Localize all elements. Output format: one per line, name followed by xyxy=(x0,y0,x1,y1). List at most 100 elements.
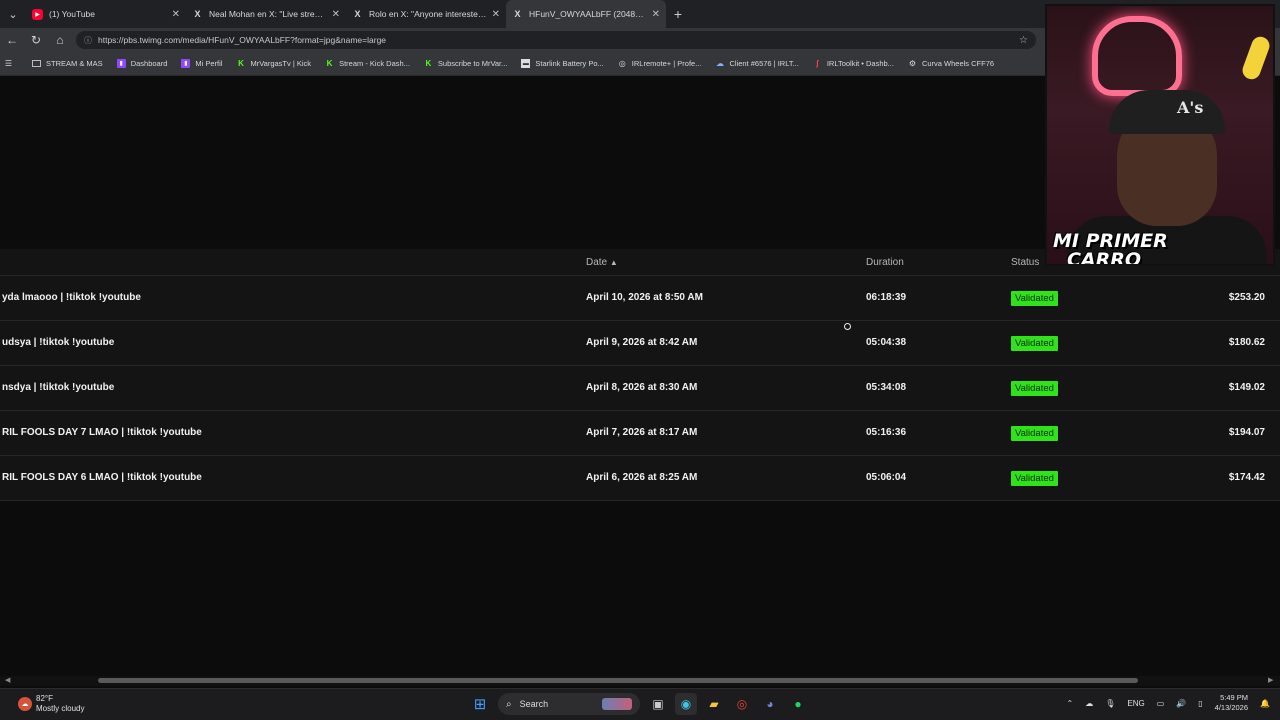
file-explorer-icon[interactable]: ▰ xyxy=(703,693,725,715)
discord-icon[interactable]: ◕ xyxy=(759,693,781,715)
x-icon: X xyxy=(514,9,521,19)
volume-icon[interactable]: 🔊 xyxy=(1176,699,1186,708)
onedrive-icon[interactable]: ☁ xyxy=(1085,699,1093,708)
banana-decoration xyxy=(1240,34,1272,82)
stream-title: RIL FOOLS DAY 6 LMAO | !tiktok !youtube xyxy=(2,472,202,483)
close-icon[interactable]: ✕ xyxy=(652,9,660,20)
close-icon[interactable]: ✕ xyxy=(492,9,500,20)
date-column-header[interactable]: Date ▲ xyxy=(586,257,618,268)
scrollbar-thumb[interactable] xyxy=(98,678,1138,683)
status-column-header[interactable]: Status xyxy=(1011,257,1039,268)
back-arrow-icon[interactable]: ← xyxy=(0,28,24,52)
stream-duration: 05:34:08 xyxy=(866,382,907,393)
taskbar-search[interactable]: ⌕ Search xyxy=(498,693,640,715)
stream-amount: $253.20 xyxy=(1228,292,1265,303)
new-tab-button[interactable]: + xyxy=(666,0,690,28)
bookmark-label: Curva Wheels CFF76 xyxy=(921,59,995,68)
twitch-icon: ▮ xyxy=(181,59,191,68)
reload-icon[interactable]: ↻ xyxy=(24,28,48,52)
bookmark-item[interactable]: ▮ Mi Perfil xyxy=(181,59,222,68)
language-indicator[interactable]: ENG xyxy=(1127,699,1144,708)
clock[interactable]: 5:49 PM 4/13/2026 xyxy=(1215,693,1248,713)
stream-duration: 05:06:04 xyxy=(866,472,907,483)
date-header-label: Date xyxy=(586,257,608,268)
bookmark-item[interactable]: STREAM & MAS xyxy=(32,59,103,68)
address-bar[interactable]: ⓘ https://pbs.twimg.com/media/HFunV_OWYA… xyxy=(76,31,1036,49)
weather-widget[interactable]: ☁ 82°F Mostly cloudy xyxy=(18,694,84,714)
wheel-icon: ⚙ xyxy=(908,59,917,68)
bookmark-item[interactable]: ☁ Client #6576 | IRLT... xyxy=(715,59,799,68)
scroll-right-arrow-icon[interactable]: ▶ xyxy=(1268,676,1273,684)
table-row[interactable]: udsya | !tiktok !youtube April 9, 2026 a… xyxy=(0,321,1280,366)
edge-browser-icon[interactable]: ◉ xyxy=(675,693,697,715)
weather-temp: 82°F xyxy=(36,694,53,703)
bookmark-label: IRLToolkit • Dashb... xyxy=(826,59,894,68)
sort-ascending-icon: ▲ xyxy=(609,258,618,267)
duration-column-header[interactable]: Duration xyxy=(866,257,904,268)
stream-title: udsya | !tiktok !youtube xyxy=(2,337,115,348)
stream-date: April 10, 2026 at 8:50 AM xyxy=(586,292,703,303)
bookmark-item[interactable]: ʃ IRLToolkit • Dashb... xyxy=(813,59,894,68)
url-text: https://pbs.twimg.com/media/HFunV_OWYAAL… xyxy=(98,35,387,45)
notifications-icon[interactable]: 🔔 xyxy=(1260,699,1270,708)
bookmark-item[interactable]: K MrVargasTv | Kick xyxy=(236,59,311,68)
cap-logo: A's xyxy=(1177,98,1204,117)
scroll-left-arrow-icon[interactable]: ◀ xyxy=(5,676,10,684)
close-icon[interactable]: ✕ xyxy=(172,9,180,20)
x-icon: X xyxy=(194,9,201,19)
network-icon[interactable]: ▭ xyxy=(1157,699,1165,708)
kick-icon: K xyxy=(425,59,432,68)
stream-date: April 9, 2026 at 8:42 AM xyxy=(586,337,698,348)
caption-line-2: CARRO xyxy=(1067,249,1142,266)
microphone-icon[interactable]: 🎙 xyxy=(1105,699,1115,708)
bookmark-label: Mi Perfil xyxy=(195,59,223,68)
table-row[interactable]: RIL FOOLS DAY 6 LMAO | !tiktok !youtube … xyxy=(0,456,1280,501)
table-row[interactable]: RIL FOOLS DAY 7 LMAO | !tiktok !youtube … xyxy=(0,411,1280,456)
weather-icon: ☁ xyxy=(18,697,32,711)
stream-amount: $194.07 xyxy=(1228,427,1265,438)
x-icon: X xyxy=(354,9,361,19)
stream-amount: $174.42 xyxy=(1228,472,1265,483)
bookmark-item[interactable]: ◎ IRLremote+ | Profe... xyxy=(618,59,702,68)
table-row[interactable]: yda lmaooo | !tiktok !youtube April 10, … xyxy=(0,276,1280,321)
site-info-icon[interactable]: ⓘ xyxy=(84,35,92,46)
windows-taskbar: ☁ 82°F Mostly cloudy ⊞ ⌕ Search ▣ ◉ ▰ ◎ … xyxy=(0,688,1280,720)
stream-title: RIL FOOLS DAY 7 LMAO | !tiktok !youtube xyxy=(2,427,202,438)
status-badge: Validated xyxy=(1011,471,1058,486)
toolkit-icon: ʃ xyxy=(815,59,819,68)
status-badge: Validated xyxy=(1011,291,1058,306)
bookmark-item[interactable]: ▮ Dashboard xyxy=(116,59,168,68)
tab-youtube[interactable]: ▶ (1) YouTube ✕ xyxy=(26,0,186,28)
search-icon: ⌕ xyxy=(506,698,512,710)
bookmark-item[interactable]: ⚙ Curva Wheels CFF76 xyxy=(908,59,994,68)
task-view-icon[interactable]: ▣ xyxy=(647,693,669,715)
show-hidden-icons-chevron-icon[interactable]: ⌃ xyxy=(1067,699,1074,708)
home-icon[interactable]: ⌂ xyxy=(48,28,72,52)
windows-start-icon[interactable]: ⊞ xyxy=(469,693,491,715)
tab-image-active[interactable]: X HFunV_OWYAALbFF (2048×377) ✕ xyxy=(506,0,666,28)
bookmark-label: IRLremote+ | Profe... xyxy=(631,59,702,68)
tab-list-chevron-icon[interactable]: ⌄ xyxy=(0,0,26,28)
table-row[interactable]: nsdya | !tiktok !youtube April 8, 2026 a… xyxy=(0,366,1280,411)
globe-icon: ◎ xyxy=(618,59,626,68)
tab-rolo[interactable]: X Rolo en X: "Anyone interested in t ✕ xyxy=(346,0,506,28)
spotify-icon[interactable]: ● xyxy=(787,693,809,715)
bookmark-item[interactable]: K Subscribe to MrVar... xyxy=(424,59,508,68)
tab-neal-mohan[interactable]: X Neal Mohan en X: "Live streaming ✕ xyxy=(186,0,346,28)
clock-date: 4/13/2026 xyxy=(1214,703,1249,712)
taskbar-apps: ⊞ ⌕ Search ▣ ◉ ▰ ◎ ◕ ● xyxy=(466,693,812,715)
twitch-icon: ▮ xyxy=(116,59,126,68)
bookmark-label: Dashboard xyxy=(130,59,168,68)
bookmark-label: Stream - Kick Dash... xyxy=(339,59,410,68)
close-icon[interactable]: ✕ xyxy=(332,9,340,20)
bookmark-item[interactable]: ▬ Starlink Battery Po... xyxy=(521,59,604,68)
tab-title: Rolo en X: "Anyone interested in t xyxy=(369,9,488,19)
stream-date: April 6, 2026 at 8:25 AM xyxy=(586,472,698,483)
battery-icon[interactable]: ▯ xyxy=(1198,699,1202,708)
mouse-cursor xyxy=(844,323,851,330)
chrome-icon[interactable]: ◎ xyxy=(731,693,753,715)
stream-amount: $149.02 xyxy=(1228,382,1265,393)
bookmarks-menu[interactable]: ☰ xyxy=(4,59,18,68)
bookmark-star-icon[interactable]: ☆ xyxy=(1019,35,1028,46)
bookmark-item[interactable]: K Stream - Kick Dash... xyxy=(325,59,410,68)
